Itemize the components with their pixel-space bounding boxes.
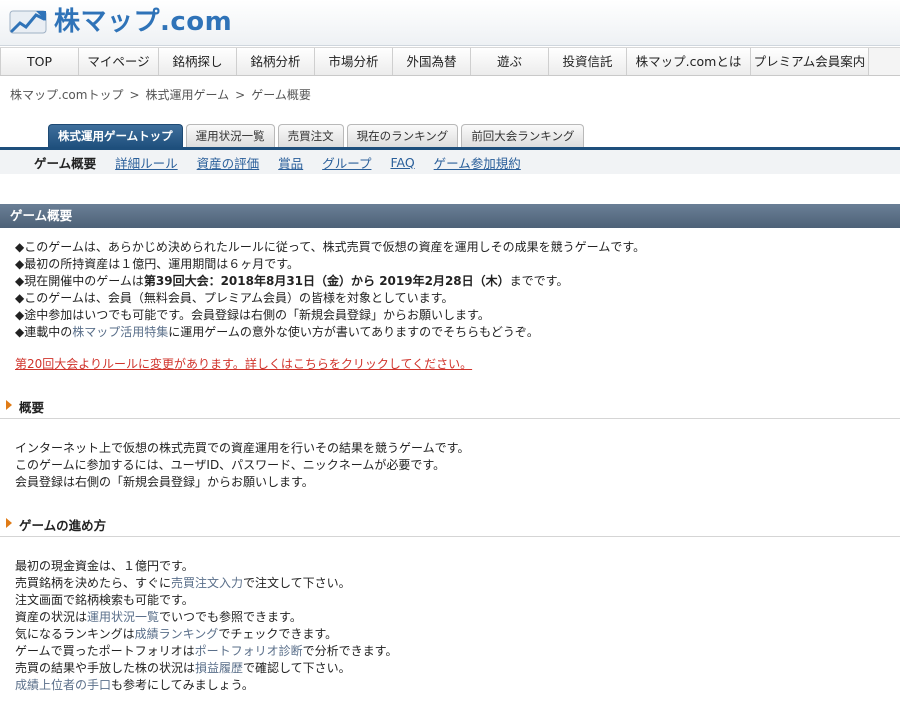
arrow-right-icon — [6, 400, 12, 410]
tab-current-ranking[interactable]: 現在のランキング — [346, 124, 459, 148]
text-line: 気になるランキングは成績ランキングでチェックできます。 — [15, 626, 397, 643]
breadcrumb-game-link[interactable]: 株式運用ゲーム — [146, 88, 230, 102]
text-segment: 売買銘柄を決めたら、すぐに — [15, 576, 172, 590]
nav-stock-analysis[interactable]: 銘柄分析 — [237, 48, 315, 75]
text-segment: で確認して下さい。 — [243, 661, 351, 675]
bullet-text: までです。 — [509, 274, 569, 288]
subnav-prizes[interactable]: 賞品 — [278, 153, 303, 172]
global-nav: TOP マイページ 銘柄探し 銘柄分析 市場分析 外国為替 遊ぶ 投資信託 株マップ.comとは… — [0, 47, 900, 76]
profit-loss-history-link[interactable]: 損益履歴 — [195, 661, 243, 675]
bullet-item: ◆このゲームは、あらかじめ決められたルールに従って、株式売買で仮想の資産を運用し… — [15, 240, 646, 254]
nav-play[interactable]: 遊ぶ — [471, 48, 549, 75]
howto-text: 最初の現金資金は、１億円です。 売買銘柄を決めたら、すぐに売買注文入力で注文して… — [15, 558, 397, 694]
text-line: このゲームに参加するには、ユーザID、パスワード、ニックネームが必要です。 — [15, 458, 446, 472]
breadcrumb-separator: > — [129, 88, 140, 102]
site-header: 株マップ.com — [0, 0, 900, 46]
nav-forex[interactable]: 外国為替 — [393, 48, 471, 75]
text-line: 売買銘柄を決めたら、すぐに売買注文入力で注文して下さい。 — [15, 575, 397, 592]
text-segment: 資産の状況は — [15, 610, 88, 624]
chart-logo-icon — [6, 5, 52, 39]
breadcrumb: 株マップ.comトップ > 株式運用ゲーム > ゲーム概要 — [10, 86, 311, 103]
text-segment: で分析できます。 — [302, 644, 398, 658]
bullet-item: ◆連載中の株マップ活用特集に運用ゲームの意外な使い方が書いてありますのでそちらも… — [15, 324, 645, 341]
subnav-groups[interactable]: グループ — [322, 153, 371, 172]
top-players-trades-link[interactable]: 成績上位者の手口 — [15, 678, 111, 692]
bullet-text: に運用ゲームの意外な使い方が書いてありますのでそちらもどうぞ。 — [168, 325, 539, 339]
tab-previous-ranking[interactable]: 前回大会ランキング — [461, 124, 585, 148]
tab-game-top[interactable]: 株式運用ゲームトップ — [48, 124, 183, 148]
arrow-right-icon — [6, 518, 12, 528]
subnav-current: ゲーム概要 — [34, 155, 97, 171]
subnav-terms[interactable]: ゲーム参加規約 — [434, 153, 521, 172]
text-line: 成績上位者の手口も参考にしてみましょう。 — [15, 677, 397, 694]
nav-stock-search[interactable]: 銘柄探し — [159, 48, 237, 75]
text-segment: も参考にしてみましょう。 — [111, 678, 254, 692]
text-line: ゲームで買ったポートフォリオはポートフォリオ診断で分析できます。 — [15, 643, 397, 660]
breadcrumb-current: ゲーム概要 — [251, 88, 311, 102]
game-tabs: 株式運用ゲームトップ 運用状況一覧 売買注文 現在のランキング 前回大会ランキン… — [48, 124, 585, 148]
text-segment: でいつでも参照できます。 — [159, 610, 302, 624]
text-line: 資産の状況は運用状況一覧でいつでも参照できます。 — [15, 609, 397, 626]
bullet-item: ◆最初の所持資産は１億円、運用期間は６ヶ月です。 — [15, 257, 300, 271]
text-segment: で注文して下さい。 — [243, 576, 351, 590]
nav-market-analysis[interactable]: 市場分析 — [315, 48, 393, 75]
howto-heading: ゲームの進め方 — [0, 509, 900, 537]
text-line: インターネット上で仮想の株式売買での資産運用を行いその結果を競うゲームです。 — [15, 441, 470, 455]
text-segment: 気になるランキングは — [15, 627, 135, 641]
overview-heading: 概要 — [0, 391, 900, 419]
bullet-item: ◆このゲームは、会員（無料会員、プレミアム会員）の皆様を対象としています。 — [15, 291, 454, 305]
nav-about[interactable]: 株マップ.comとは — [627, 48, 751, 75]
ranking-link[interactable]: 成績ランキング — [135, 627, 219, 641]
rule-change-notice-link[interactable]: 第20回大会よりルールに変更があります。詳しくはこちらをクリックしてください。 — [15, 355, 472, 372]
section-title: ゲーム概要 — [0, 204, 900, 228]
overview-heading-text: 概要 — [19, 400, 45, 415]
tab-portfolio-status[interactable]: 運用状況一覧 — [185, 124, 275, 148]
bullet-text: ◆連載中の — [15, 325, 73, 339]
feature-article-link[interactable]: 株マップ活用特集 — [72, 325, 168, 339]
bullet-text: ◆現在開催中のゲームは — [15, 274, 144, 288]
bullet-item: ◆途中参加はいつでも可能です。会員登録は右側の「新規会員登録」からお願いします。 — [15, 308, 490, 322]
bullet-item: ◆現在開催中のゲームは第39回大会：2018年8月31日（金）から 2019年2… — [15, 273, 645, 290]
text-line: 売買の結果や手放した株の状況は損益履歴で確認して下さい。 — [15, 660, 397, 677]
text-segment: でチェックできます。 — [218, 627, 338, 641]
portfolio-diagnosis-link[interactable]: ポートフォリオ診断 — [195, 644, 303, 658]
text-line: 最初の現金資金は、１億円です。 — [15, 559, 194, 573]
text-segment: ゲームで買ったポートフォリオは — [15, 644, 195, 658]
subnav-asset-evaluation[interactable]: 資産の評価 — [197, 153, 260, 172]
howto-heading-text: ゲームの進め方 — [19, 518, 107, 533]
nav-mypage[interactable]: マイページ — [79, 48, 159, 75]
logo-text: 株マップ.com — [54, 7, 233, 37]
overview-bullets: ◆このゲームは、あらかじめ決められたルールに従って、株式売買で仮想の資産を運用し… — [15, 239, 645, 341]
nav-investment-trust[interactable]: 投資信託 — [549, 48, 627, 75]
breadcrumb-separator: > — [235, 88, 246, 102]
breadcrumb-top-link[interactable]: 株マップ.comトップ — [10, 88, 123, 102]
text-segment: 売買の結果や手放した株の状況は — [15, 661, 196, 675]
nav-premium[interactable]: プレミアム会員案内 — [751, 48, 869, 75]
text-line: 注文画面で銘柄検索も可能です。 — [15, 593, 194, 607]
sub-nav: ゲーム概要 詳細ルール 資産の評価 賞品 グループ FAQ ゲーム参加規約 — [0, 150, 900, 174]
site-logo[interactable]: 株マップ.com — [6, 5, 232, 39]
current-tournament-dates: 第39回大会：2018年8月31日（金）から 2019年2月28日（木） — [143, 274, 510, 288]
overview-text: インターネット上で仮想の株式売買での資産運用を行いその結果を競うゲームです。 こ… — [15, 440, 469, 491]
tab-trade-order[interactable]: 売買注文 — [277, 124, 344, 148]
subnav-faq[interactable]: FAQ — [390, 155, 414, 170]
portfolio-status-link[interactable]: 運用状況一覧 — [87, 610, 159, 624]
trade-order-link[interactable]: 売買注文入力 — [171, 576, 243, 590]
nav-top[interactable]: TOP — [0, 48, 79, 75]
text-line: 会員登録は右側の「新規会員登録」からお願いします。 — [15, 475, 314, 489]
subnav-detailed-rules[interactable]: 詳細ルール — [115, 153, 178, 172]
